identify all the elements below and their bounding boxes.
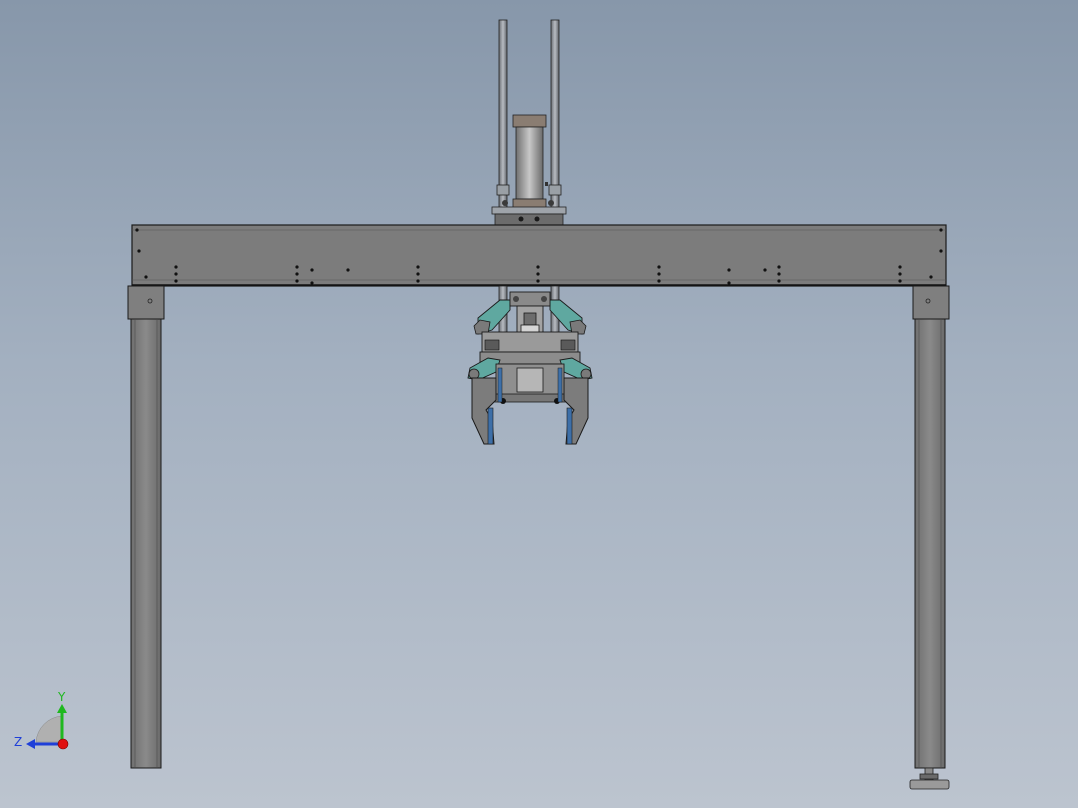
triad-plane-icon xyxy=(35,715,63,743)
bolt-hole xyxy=(174,279,178,283)
bolt-hole xyxy=(939,249,943,253)
bolt-hole xyxy=(763,268,767,272)
cad-viewport[interactable]: Y Z xyxy=(0,0,1078,808)
bolt-hole xyxy=(929,275,933,279)
bolt-hole xyxy=(144,275,148,279)
bolt-hole xyxy=(898,272,902,276)
bolt-hole xyxy=(137,249,141,253)
bolt-hole xyxy=(939,228,943,232)
bolt-hole xyxy=(727,281,731,285)
bolt-hole xyxy=(310,268,314,272)
bolt-hole xyxy=(416,265,420,269)
bolt-hole xyxy=(898,279,902,283)
bolt-hole xyxy=(536,279,540,283)
pneumatic-cylinder xyxy=(512,114,548,210)
bolt-hole xyxy=(135,228,139,232)
bolt-hole xyxy=(777,279,781,283)
bolt-hole xyxy=(727,268,731,272)
y-axis-label: Y xyxy=(57,690,66,704)
bolt-hole xyxy=(295,272,299,276)
leveling-foot xyxy=(909,767,950,790)
bolt-hole xyxy=(657,272,661,276)
bolt-hole xyxy=(416,279,420,283)
bolt-hole xyxy=(295,279,299,283)
bolt-hole xyxy=(310,281,314,285)
gripper-assembly xyxy=(467,285,593,445)
bolt-hole xyxy=(657,265,661,269)
gantry-model[interactable]: Y Z xyxy=(0,0,1078,808)
bolt-hole xyxy=(536,265,540,269)
bolt-hole xyxy=(898,265,902,269)
bolt-hole xyxy=(174,265,178,269)
right-leg xyxy=(912,285,950,769)
bolt-hole xyxy=(536,272,540,276)
bolt-hole xyxy=(295,265,299,269)
bolt-hole xyxy=(657,279,661,283)
bolt-hole xyxy=(416,272,420,276)
bolt-hole xyxy=(346,268,350,272)
bolt-hole xyxy=(777,272,781,276)
bolt-hole xyxy=(174,272,178,276)
x-axis-dot xyxy=(57,738,69,750)
bolt-hole xyxy=(777,265,781,269)
z-axis-label: Z xyxy=(14,735,22,749)
crossbeam xyxy=(131,224,947,287)
left-leg xyxy=(127,285,165,769)
coordinate-triad: Y Z xyxy=(14,690,69,750)
